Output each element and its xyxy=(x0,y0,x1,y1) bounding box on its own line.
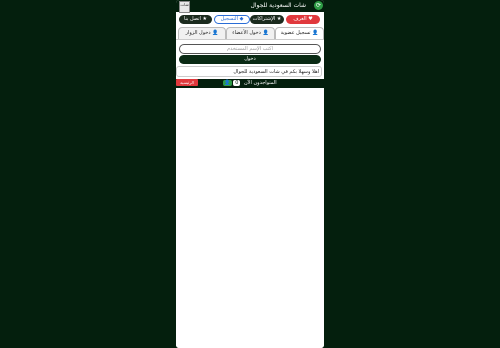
heart-icon: ♥ xyxy=(308,16,313,22)
username-placeholder: اكتب الإسم المستخدم xyxy=(227,46,273,52)
tab-label: دخول الزوار xyxy=(185,30,211,36)
contact-button[interactable]: ★ اتصل بنا xyxy=(179,15,212,24)
online-count: 0 xyxy=(233,79,241,86)
tab-label: دخول الأعضاء xyxy=(232,30,261,36)
user-icon: 👤 xyxy=(223,79,232,86)
login-form: اكتب الإسم المستخدم دخول xyxy=(176,39,324,67)
user-icon: 👤 xyxy=(212,30,219,36)
tab-register-member[interactable]: 👤 تسجيل عضوية xyxy=(275,27,324,39)
register-label: التسجيل xyxy=(220,16,238,22)
login-button[interactable]: دخول xyxy=(179,55,321,64)
subscriptions-button[interactable]: ★ الإشتراكات xyxy=(250,15,284,24)
contact-label: اتصل بنا xyxy=(184,16,201,22)
diamond-icon: ◆ xyxy=(239,16,244,22)
star-icon: ★ xyxy=(276,16,282,22)
tab-guest-login[interactable]: 👤 دخول الزوار xyxy=(178,27,226,39)
user-icon: 👤 xyxy=(312,30,319,36)
chat-panel: شات شات السعودية للجوال ⟳ ♥ الغرف ★ الإش… xyxy=(176,0,324,348)
home-button[interactable]: الرئيسية xyxy=(176,79,198,86)
tab-label: تسجيل عضوية xyxy=(280,30,311,36)
rooms-button[interactable]: ♥ الغرف xyxy=(286,15,320,24)
toolbar: ♥ الغرف ★ الإشتراكات ◆ التسجيل ★ اتصل بن… xyxy=(176,13,324,26)
username-input[interactable]: اكتب الإسم المستخدم xyxy=(179,44,321,54)
rooms-label: الغرف xyxy=(293,16,307,22)
online-users-list xyxy=(176,88,324,348)
subscriptions-label: الإشتراكات xyxy=(252,16,276,22)
online-users-bar: المتواجدون الآن 0 👤 xyxy=(176,79,324,88)
user-icon: 👤 xyxy=(262,30,269,36)
online-label: المتواجدون الآن xyxy=(244,80,277,86)
header-bar: شات شات السعودية للجوال ⟳ xyxy=(176,0,324,13)
tab-member-login[interactable]: 👤 دخول الأعضاء xyxy=(226,27,275,39)
star-icon: ★ xyxy=(202,16,207,22)
register-button[interactable]: ◆ التسجيل xyxy=(214,15,250,24)
login-tabs: 👤 تسجيل عضوية 👤 دخول الأعضاء 👤 دخول الزو… xyxy=(176,27,324,39)
app-logo: شات xyxy=(179,1,190,13)
logo-text: شات xyxy=(180,2,189,7)
welcome-message: اهلا وسهلا بكم في شات السعودية للجوال xyxy=(176,66,322,77)
refresh-icon[interactable]: ⟳ xyxy=(314,1,323,10)
app-title: شات السعودية للجوال xyxy=(250,2,306,9)
